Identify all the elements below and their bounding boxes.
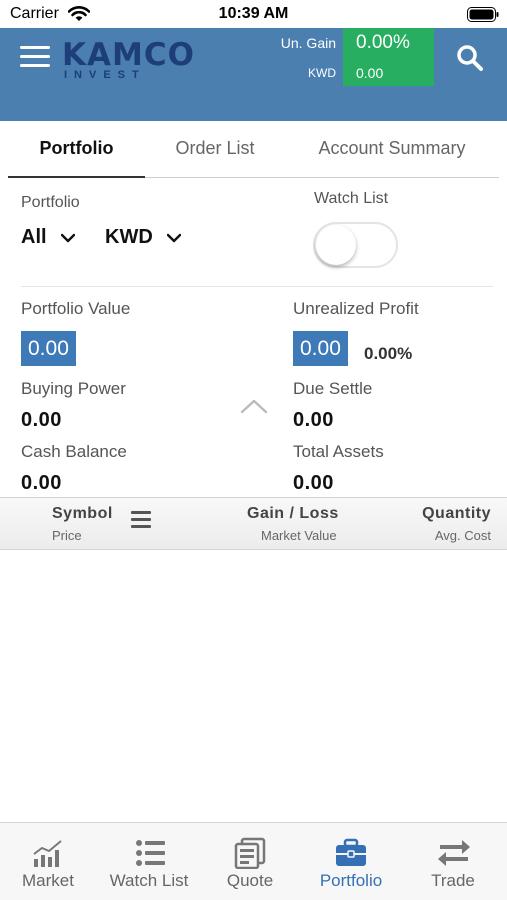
tab-account-summary[interactable]: Account Summary [285,121,499,178]
status-time: 10:39 AM [218,5,289,22]
unrealized-gain-label: Un. Gain [280,35,336,51]
kamco-logo: KAMCO INVEST [62,37,195,81]
quantity-column-header[interactable]: Quantity [422,505,491,523]
cash-balance-label: Cash Balance [21,442,127,461]
unrealized-profit-badge: 0.00 [293,331,348,366]
status-bar: Carrier 10:39 AM [0,0,507,28]
logo-main-text: KAMCO [62,37,195,73]
hamburger-menu-icon[interactable] [20,46,50,68]
app-header: KAMCO INVEST Un. Gain KWD 0.00% 0.00 [0,28,507,121]
buying-power-value: 0.00 [21,409,62,431]
nav-quote-label: Quote [226,871,274,890]
total-assets-label: Total Assets [293,442,384,461]
unrealized-profit-percent: 0.00% [364,344,413,363]
active-tab-indicator [8,176,145,178]
avg-cost-column-subheader: Avg. Cost [434,528,491,543]
chevron-up-icon[interactable] [240,398,268,414]
portfolio-dropdown-value: All [21,226,47,248]
gain-currency-label: KWD [308,66,336,80]
sort-list-icon[interactable] [131,511,151,529]
search-icon[interactable] [455,43,485,73]
portfolio-dropdown[interactable]: All [21,226,76,252]
total-assets-value: 0.00 [293,472,334,494]
currency-dropdown[interactable]: KWD [105,226,182,252]
portfolio-filter-label: Portfolio [21,194,80,211]
price-column-subheader: Price [52,528,82,543]
tab-order-list[interactable]: Order List [145,121,285,178]
symbol-column-header[interactable]: Symbol [52,505,113,523]
swap-arrows-icon [438,840,470,866]
portfolio-value-badge: 0.00 [21,331,76,366]
nav-market-label: Market [22,871,74,890]
quote-icon [234,837,266,869]
portfolio-value-label: Portfolio Value [21,299,131,318]
buying-power-label: Buying Power [21,379,126,398]
watch-list-toggle[interactable] [313,222,398,268]
bottom-tab-bar: Market Watch List Quote Portfolio Trade [0,822,507,900]
due-settle-value: 0.00 [293,409,334,431]
unrealized-profit-label: Unrealized Profit [293,299,419,318]
nav-market[interactable]: Market [0,823,96,900]
market-value-column-subheader: Market Value [261,528,337,543]
list-icon [136,840,165,866]
battery-icon [467,7,499,22]
unrealized-gain-box: 0.00% 0.00 [343,28,434,86]
briefcase-icon [336,838,366,866]
gain-loss-column-header[interactable]: Gain / Loss [247,505,339,523]
tab-portfolio[interactable]: Portfolio [8,121,145,178]
nav-watch-list[interactable]: Watch List [96,823,202,900]
holdings-table-header: Symbol Price Gain / Loss Market Value Qu… [0,497,507,550]
chevron-down-icon [167,233,182,242]
nav-watch-list-label: Watch List [109,871,189,890]
chevron-down-icon [61,233,76,242]
gain-percent: 0.00% [356,32,410,53]
portfolio-tabs: Portfolio Order List Account Summary [8,121,499,178]
nav-quote[interactable]: Quote [202,823,298,900]
nav-portfolio[interactable]: Portfolio [298,823,404,900]
cash-balance-value: 0.00 [21,472,62,494]
due-settle-label: Due Settle [293,379,373,398]
watch-list-label: Watch List [314,190,389,207]
section-divider [21,286,493,287]
nav-trade-label: Trade [431,871,475,890]
toggle-knob [316,225,356,265]
bar-chart-icon [33,840,62,867]
currency-dropdown-value: KWD [105,226,153,248]
gain-value: 0.00 [356,65,384,81]
nav-trade[interactable]: Trade [404,823,502,900]
nav-portfolio-label: Portfolio [319,871,383,890]
